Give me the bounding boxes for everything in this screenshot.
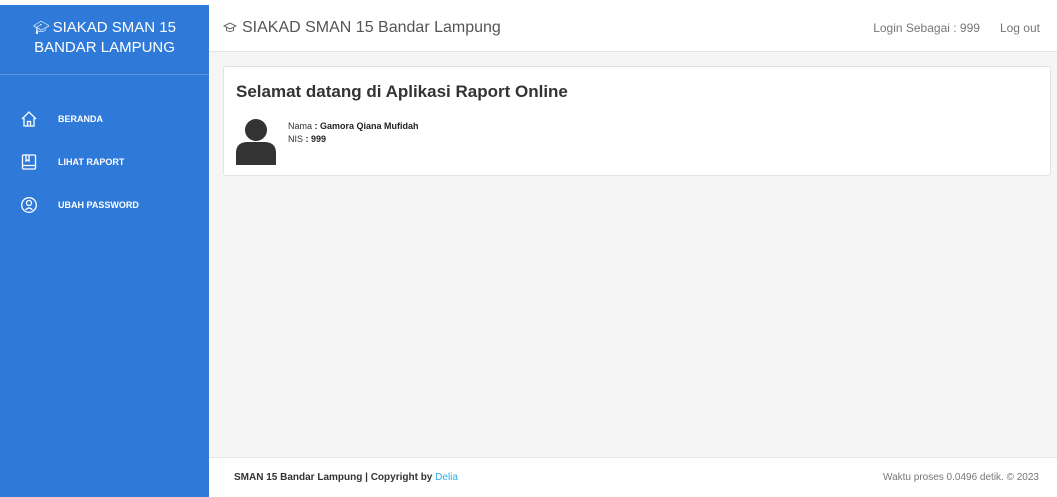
student-nis: : 999 xyxy=(305,134,327,144)
sidebar-brand[interactable]: 🎓︎ SIAKAD SMAN 15 BANDAR LAMPUNG xyxy=(0,5,209,75)
app-root: 🎓︎ SIAKAD SMAN 15 BANDAR LAMPUNG BERANDA … xyxy=(0,0,1057,497)
graduation-cap-icon: 🎓︎ xyxy=(33,20,50,35)
student-nis-row: NIS : 999 xyxy=(288,133,419,146)
brand-line1: SIAKAD SMAN 15 xyxy=(52,19,176,36)
student-name-row: Nama : Gamora Qiana Mufidah xyxy=(288,120,419,133)
avatar xyxy=(236,119,276,165)
welcome-card: Selamat datang di Aplikasi Raport Online… xyxy=(223,66,1051,176)
sidebar-nav: BERANDA LIHAT RAPORT UBAH PASSWORD xyxy=(0,75,209,226)
sidebar-item-label: BERANDA xyxy=(58,113,103,124)
student-name: : Gamora Qiana Mufidah xyxy=(314,121,419,131)
header-right: Login Sebagai : 999 Log out xyxy=(873,21,1057,35)
footer-copyright: SMAN 15 Bandar Lampung | Copyright by De… xyxy=(234,472,458,483)
nama-label: Nama xyxy=(288,121,313,131)
sidebar-item-beranda[interactable]: BERANDA xyxy=(0,97,209,140)
header-title-link[interactable]: SIAKAD SMAN 15 Bandar Lampung xyxy=(223,19,501,37)
footer-process-time: Waktu proses 0.0496 detik. © 2023 xyxy=(883,472,1039,483)
brand-line2: BANDAR LAMPUNG xyxy=(34,39,175,56)
main-content: Selamat datang di Aplikasi Raport Online… xyxy=(209,52,1057,457)
student-info: Nama : Gamora Qiana Mufidah NIS : 999 xyxy=(288,120,419,146)
logout-link[interactable]: Log out xyxy=(1000,21,1040,35)
sidebar-item-label: UBAH PASSWORD xyxy=(58,199,139,210)
nis-label: NIS xyxy=(288,134,304,144)
home-icon xyxy=(21,110,37,127)
welcome-heading: Selamat datang di Aplikasi Raport Online xyxy=(236,82,568,101)
footer-copyright-text: SMAN 15 Bandar Lampung | Copyright by xyxy=(234,472,436,483)
user-circle-icon xyxy=(21,196,37,213)
book-icon xyxy=(21,153,37,170)
author-link[interactable]: Delia xyxy=(435,472,458,483)
sidebar-item-lihat-raport[interactable]: LIHAT RAPORT xyxy=(0,140,209,183)
sidebar-item-ubah-password[interactable]: UBAH PASSWORD xyxy=(0,183,209,226)
login-info: Login Sebagai : 999 xyxy=(873,21,980,35)
sidebar: 🎓︎ SIAKAD SMAN 15 BANDAR LAMPUNG BERANDA … xyxy=(0,5,209,497)
brand-line1-row: 🎓︎ SIAKAD SMAN 15 xyxy=(0,18,209,38)
footer: SMAN 15 Bandar Lampung | Copyright by De… xyxy=(209,457,1057,497)
sidebar-item-label: LIHAT RAPORT xyxy=(58,156,125,167)
top-header: SIAKAD SMAN 15 Bandar Lampung Login Seba… xyxy=(209,5,1057,52)
graduation-cap-icon xyxy=(223,22,237,32)
header-title: SIAKAD SMAN 15 Bandar Lampung xyxy=(242,19,501,36)
